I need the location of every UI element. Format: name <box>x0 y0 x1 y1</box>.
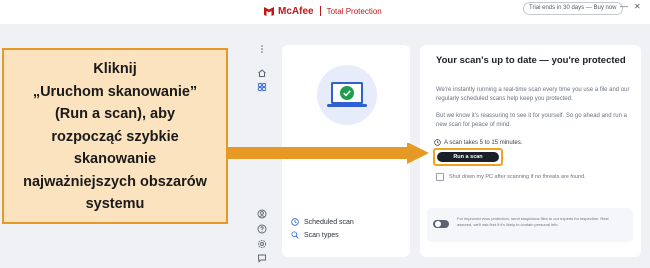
file-submission-toggle[interactable] <box>433 220 449 228</box>
callout-arrow-icon <box>226 143 429 164</box>
callout-text: Kliknij „Uruchom skanowanie” (Run a scan… <box>4 58 226 216</box>
run-scan-button[interactable]: Run a scan <box>437 152 499 162</box>
toggle-knob <box>435 221 441 227</box>
shutdown-option[interactable]: Shut down my PC after scanning if no thr… <box>436 173 586 181</box>
laptop-check-icon <box>327 82 367 107</box>
scan-types-label: Scan types <box>304 231 339 239</box>
scheduled-scan-link[interactable]: Scheduled scan <box>291 218 354 226</box>
file-submission-text: For improved virus protection, send susp… <box>457 216 609 227</box>
callout-line: (Run a scan), aby <box>54 106 176 122</box>
trial-buy-now-button[interactable]: Trial ends in 30 days — Buy now <box>523 2 623 15</box>
callout-line: skanowanie <box>73 151 157 167</box>
search-icon <box>291 231 299 239</box>
scan-types-link[interactable]: Scan types <box>291 231 339 239</box>
product-name: Total Protection <box>326 6 382 16</box>
scan-duration: A scan takes 5 to 15 minutes. <box>434 139 522 146</box>
callout-line: najważniejszych obszarów <box>23 173 207 190</box>
instruction-callout: Kliknij „Uruchom skanowanie” (Run a scan… <box>2 48 228 224</box>
brand: McAfee Total Protection <box>263 5 382 17</box>
shutdown-label: Shut down my PC after scanning if no thr… <box>449 174 586 180</box>
scan-status-card: Your scan's up to date — you're protecte… <box>420 45 641 257</box>
feedback-icon[interactable] <box>257 253 267 263</box>
file-submission-panel: For improved virus protection, send susp… <box>427 208 633 242</box>
mcafee-window: McAfee Total Protection Trial ends in 30… <box>0 0 650 268</box>
scan-status-heading: Your scan's up to date — you're protecte… <box>436 55 626 66</box>
grid-icon[interactable] <box>257 82 267 92</box>
run-scan-highlight: Run a scan <box>433 148 503 166</box>
brand-divider <box>319 6 321 16</box>
help-icon[interactable] <box>257 224 267 234</box>
callout-line: rozpocząć szybkie <box>51 128 179 145</box>
laptop-illustration <box>317 65 377 125</box>
scheduled-scan-label: Scheduled scan <box>304 218 354 226</box>
realtime-scan-text: We're instantly running a real-time scan… <box>436 87 630 102</box>
minimize-icon[interactable]: — <box>620 2 628 11</box>
shutdown-checkbox[interactable] <box>436 173 444 181</box>
more-icon[interactable] <box>257 44 267 54</box>
brand-name: McAfee <box>278 5 314 17</box>
reassurance-text: But we know it's reassuring to see it fo… <box>436 113 627 128</box>
title-bar: McAfee Total Protection Trial ends in 30… <box>0 0 650 24</box>
callout-line: „Uruchom skanowanie” <box>32 83 198 100</box>
mcafee-logo-icon <box>264 7 274 16</box>
account-icon[interactable] <box>257 209 267 219</box>
clock-icon <box>291 218 299 226</box>
close-icon[interactable]: ✕ <box>634 2 641 11</box>
clock-icon <box>434 139 441 146</box>
callout-line: Kliknij <box>93 61 137 77</box>
settings-icon[interactable] <box>257 239 267 249</box>
scan-duration-label: A scan takes 5 to 15 minutes. <box>444 139 523 146</box>
home-icon[interactable] <box>257 68 267 78</box>
callout-line: systemu <box>85 196 145 212</box>
